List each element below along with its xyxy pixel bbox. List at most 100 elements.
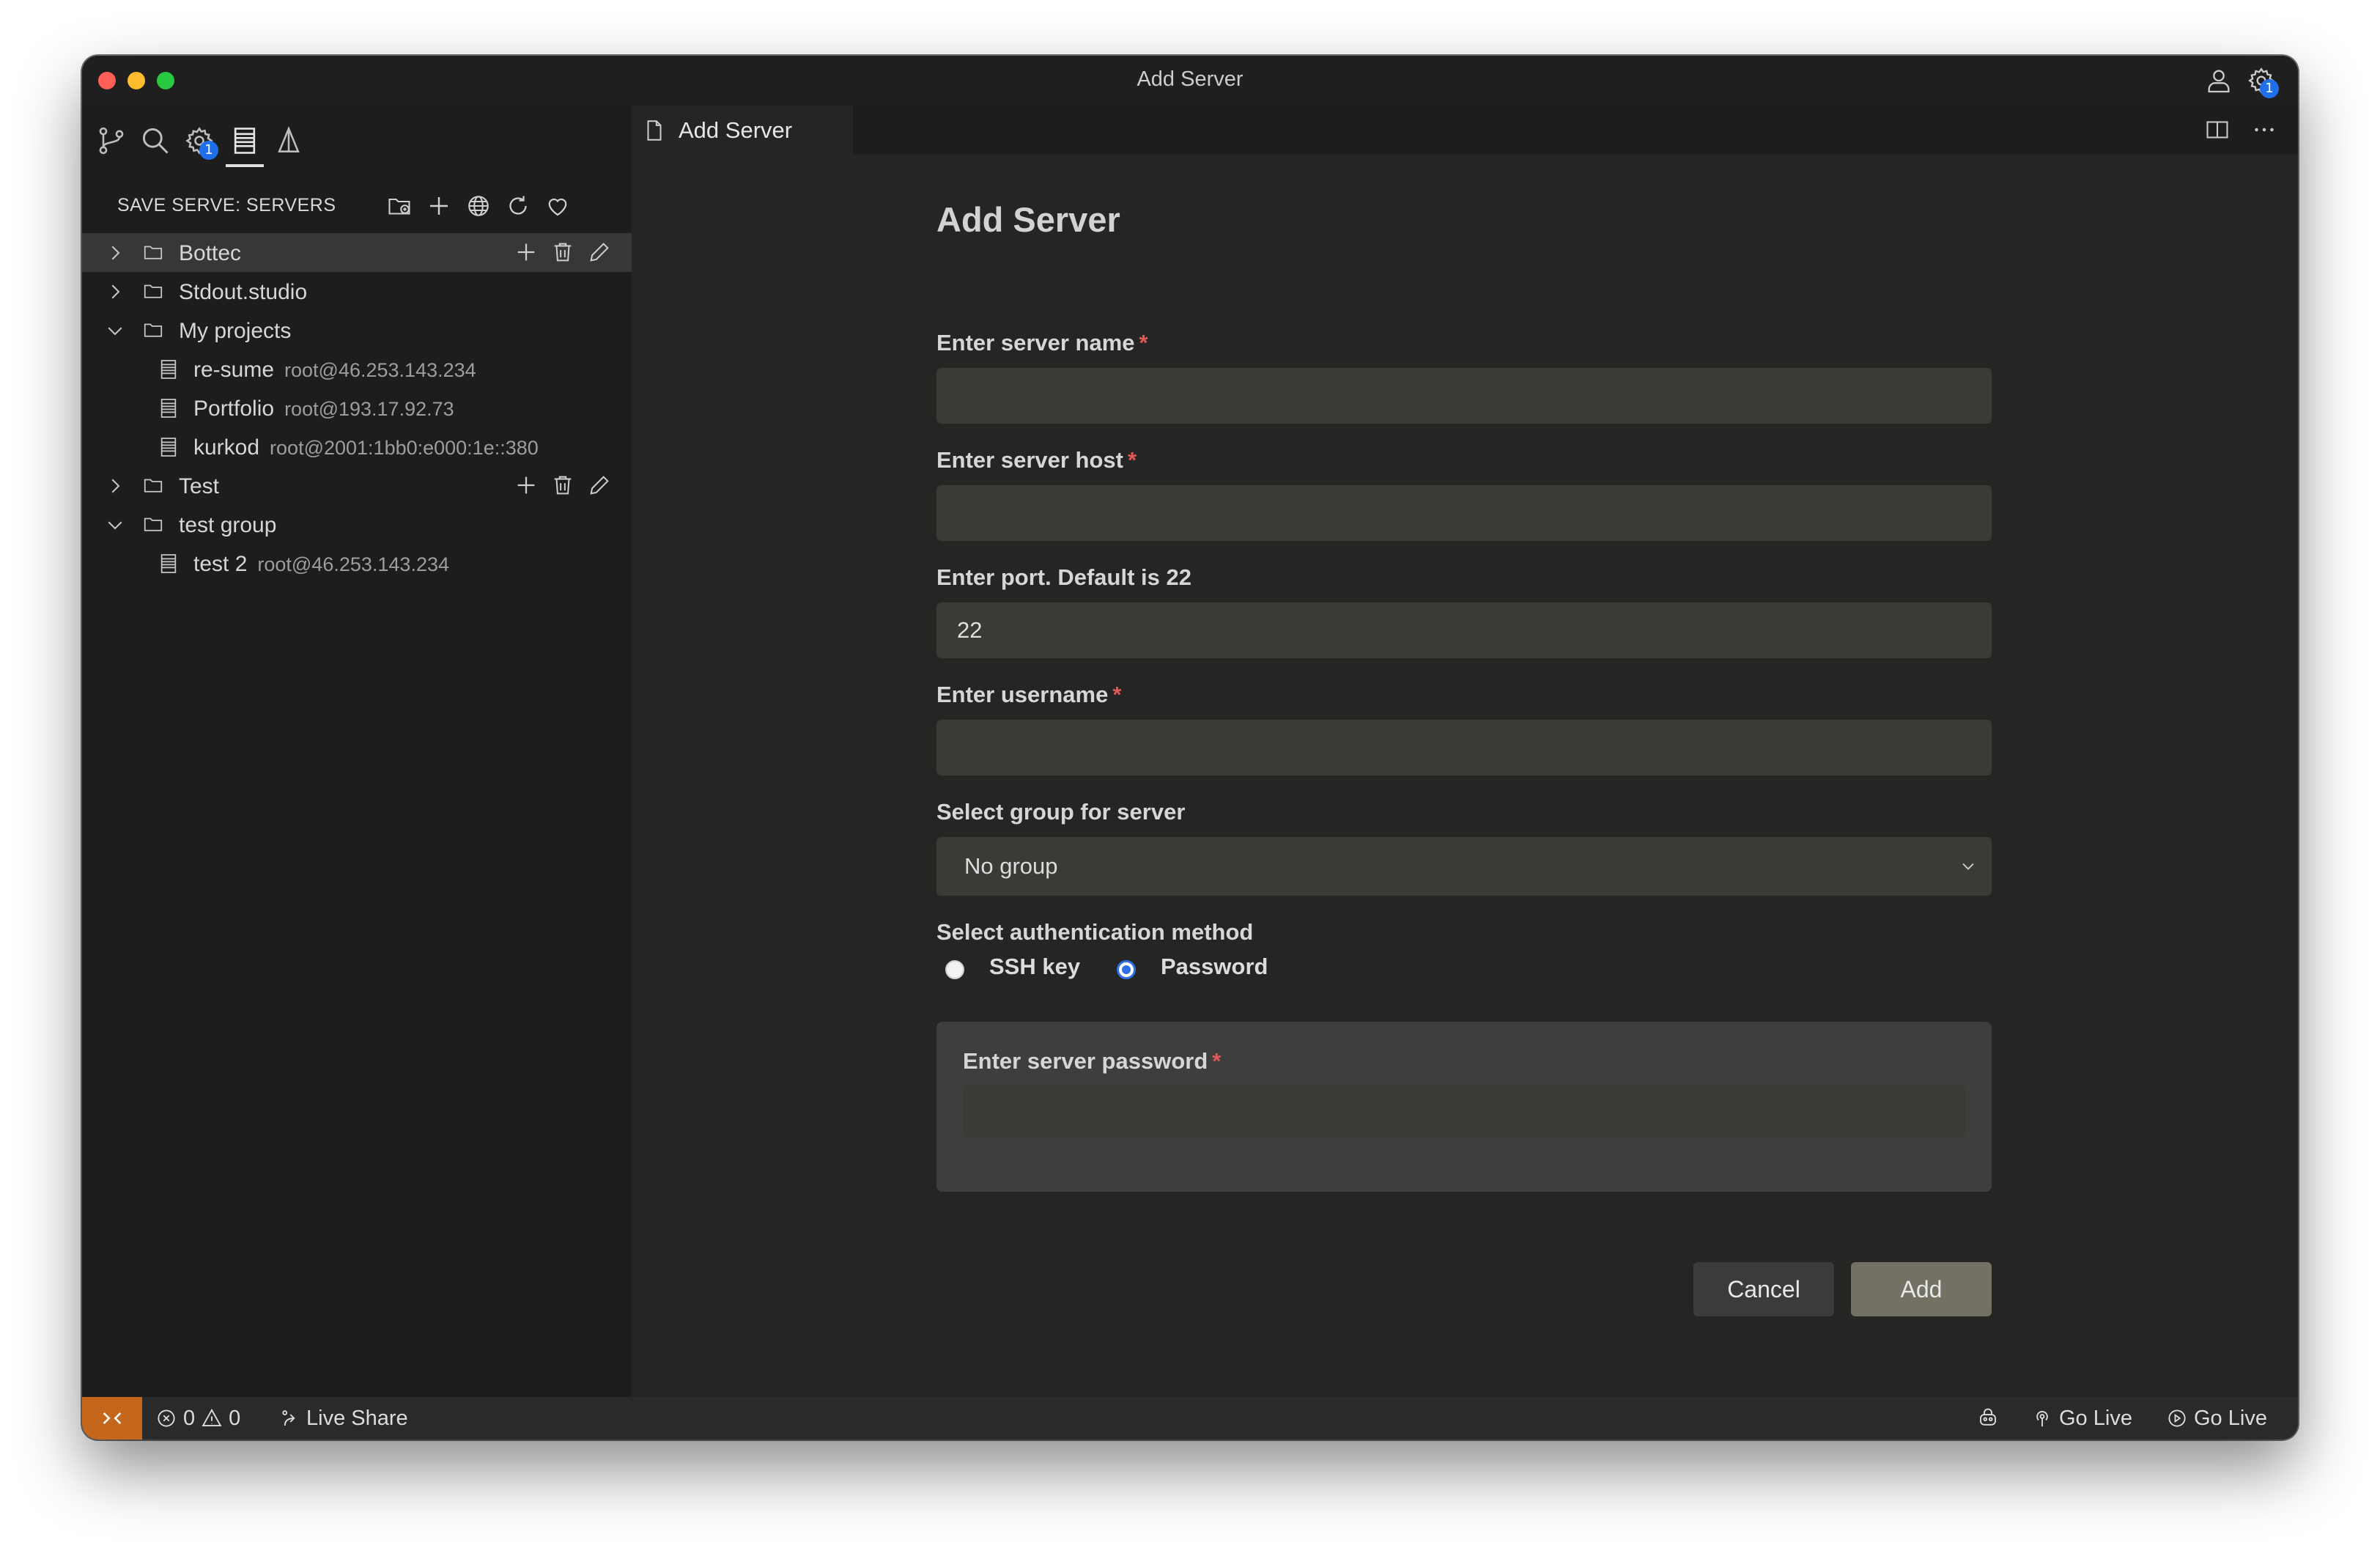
- tree-item-label: Bottec: [179, 241, 242, 265]
- tree-item-label: Test: [179, 474, 220, 498]
- accounts-icon[interactable]: [2201, 63, 2236, 98]
- port-label: Enter port. Default is 22: [936, 564, 1191, 590]
- server-host-label: Enter server host: [936, 447, 1123, 473]
- chevron-right-icon: [111, 284, 120, 299]
- server-name-label: Enter server name: [936, 330, 1135, 355]
- tree-server-test-2[interactable]: test 2 root@46.253.143.234: [82, 544, 632, 583]
- tree-folder-test[interactable]: Test: [82, 466, 632, 505]
- activity-bar: 1: [82, 106, 632, 179]
- folder-icon: [144, 479, 163, 493]
- required-mark: *: [1128, 447, 1137, 473]
- server-tree: Bottec Stdout.studio My projects re-sume…: [82, 233, 632, 583]
- status-bar: 0 0 Live Share Go Live Go Live: [82, 1397, 2298, 1440]
- row-actions: [511, 237, 614, 268]
- go-live-button-2[interactable]: Go Live: [2166, 1397, 2267, 1440]
- server-icon: [160, 360, 177, 379]
- server-host-input[interactable]: [936, 485, 1992, 541]
- editor-area: Add Server Enter server name * Enter serv…: [632, 154, 2298, 1397]
- copilot-icon[interactable]: [1977, 1397, 1999, 1440]
- folder-icon: [144, 246, 163, 259]
- editor-tab-bar: Add Server: [632, 106, 2298, 154]
- tree-item-label: test group: [179, 513, 277, 537]
- title-bar: Add Server 1: [82, 56, 2298, 106]
- auth-option-password[interactable]: Password: [1117, 948, 1268, 985]
- warning-icon: [202, 1408, 222, 1426]
- source-control-icon[interactable]: [91, 120, 132, 161]
- password-option-label: Password: [1161, 954, 1268, 979]
- auth-method-label: Select authentication method: [936, 919, 1254, 945]
- refresh-icon[interactable]: [501, 189, 535, 223]
- password-radio[interactable]: [1117, 960, 1136, 979]
- warning-count: 0: [229, 1406, 241, 1430]
- trash-icon[interactable]: [548, 471, 577, 500]
- search-icon[interactable]: [135, 120, 176, 161]
- error-icon: [158, 1409, 175, 1427]
- chevron-down-icon: [1962, 863, 1974, 870]
- ssh-key-label: SSH key: [989, 954, 1081, 979]
- password-input[interactable]: [963, 1085, 1965, 1138]
- tree-folder-bottec[interactable]: Bottec: [82, 233, 632, 272]
- heart-icon[interactable]: [541, 189, 574, 223]
- ssh-key-radio[interactable]: [945, 960, 964, 979]
- app-window: Add Server 1 1 SAVE SERVE: SERVERS Botte…: [82, 56, 2298, 1440]
- edit-pencil-icon[interactable]: [585, 471, 614, 500]
- server-address: root@2001:1bb0:e000:1e::380: [270, 437, 539, 459]
- tree-folder-stdout-studio[interactable]: Stdout.studio: [82, 272, 632, 311]
- add-icon[interactable]: [511, 471, 541, 500]
- group-select-value: No group: [964, 853, 1058, 879]
- add-server-icon[interactable]: [422, 189, 456, 223]
- new-folder-icon[interactable]: [382, 189, 416, 223]
- settings-gear-icon[interactable]: 1: [2244, 63, 2279, 98]
- group-select[interactable]: No group: [936, 837, 1992, 896]
- go-live-label-2: Go Live: [2194, 1406, 2267, 1430]
- required-mark: *: [1139, 330, 1148, 355]
- globe-icon[interactable]: [462, 189, 495, 223]
- server-icon: [160, 554, 177, 573]
- chevron-right-icon: [111, 479, 120, 493]
- folder-icon: [144, 284, 163, 298]
- add-icon[interactable]: [511, 237, 541, 267]
- server-name-input[interactable]: [936, 368, 1992, 424]
- row-actions: [511, 471, 614, 501]
- extensions-gear-icon[interactable]: 1: [179, 120, 220, 161]
- port-input[interactable]: [936, 602, 1992, 658]
- tree-folder-test-group[interactable]: test group: [82, 505, 632, 544]
- server-name: re-sume: [193, 358, 275, 382]
- split-editor-icon[interactable]: [2198, 111, 2236, 148]
- chevron-right-icon: [111, 246, 120, 260]
- add-button[interactable]: Add: [1851, 1262, 1992, 1316]
- tree-server-re-sume[interactable]: re-sume root@46.253.143.234: [82, 350, 632, 388]
- tree-server-kurkod[interactable]: kurkod root@2001:1bb0:e000:1e::380: [82, 427, 632, 466]
- tab-label: Add Server: [679, 117, 793, 143]
- username-label: Enter username: [936, 682, 1109, 707]
- tree-folder-my-projects[interactable]: My projects: [82, 311, 632, 350]
- edit-pencil-icon[interactable]: [585, 237, 614, 267]
- cancel-button[interactable]: Cancel: [1693, 1262, 1834, 1316]
- server-icon: [160, 399, 177, 418]
- auth-option-ssh-key[interactable]: SSH key: [945, 948, 1080, 985]
- tree-server-portfolio[interactable]: Portfolio root@193.17.92.73: [82, 388, 632, 427]
- deploy-icon[interactable]: [268, 120, 309, 161]
- tab-add-server[interactable]: Add Server: [632, 106, 853, 154]
- remote-icon: [103, 1412, 122, 1424]
- error-count: 0: [183, 1406, 196, 1430]
- tree-item-label: My projects: [179, 319, 292, 343]
- chevron-down-icon: [108, 327, 122, 336]
- live-share-label: Live Share: [306, 1406, 408, 1430]
- sidebar: 1 SAVE SERVE: SERVERS Bottec Stdout.stud…: [82, 106, 632, 1397]
- form-heading: Add Server: [936, 200, 1120, 239]
- server-address: root@46.253.143.234: [257, 553, 449, 575]
- remote-indicator[interactable]: [82, 1397, 142, 1440]
- more-actions-icon[interactable]: [2245, 111, 2283, 148]
- servers-icon[interactable]: [224, 120, 265, 161]
- required-mark: *: [1112, 682, 1122, 707]
- problems-indicator[interactable]: 0 0: [155, 1397, 240, 1440]
- servers-section-header: SAVE SERVE: SERVERS: [82, 179, 632, 232]
- live-share-button[interactable]: Live Share: [278, 1397, 408, 1440]
- go-live-button-1[interactable]: Go Live: [2031, 1397, 2132, 1440]
- required-mark: *: [1212, 1048, 1222, 1074]
- go-live-label-1: Go Live: [2059, 1406, 2132, 1430]
- trash-icon[interactable]: [548, 237, 577, 267]
- username-input[interactable]: [936, 720, 1992, 775]
- folder-icon: [144, 517, 163, 531]
